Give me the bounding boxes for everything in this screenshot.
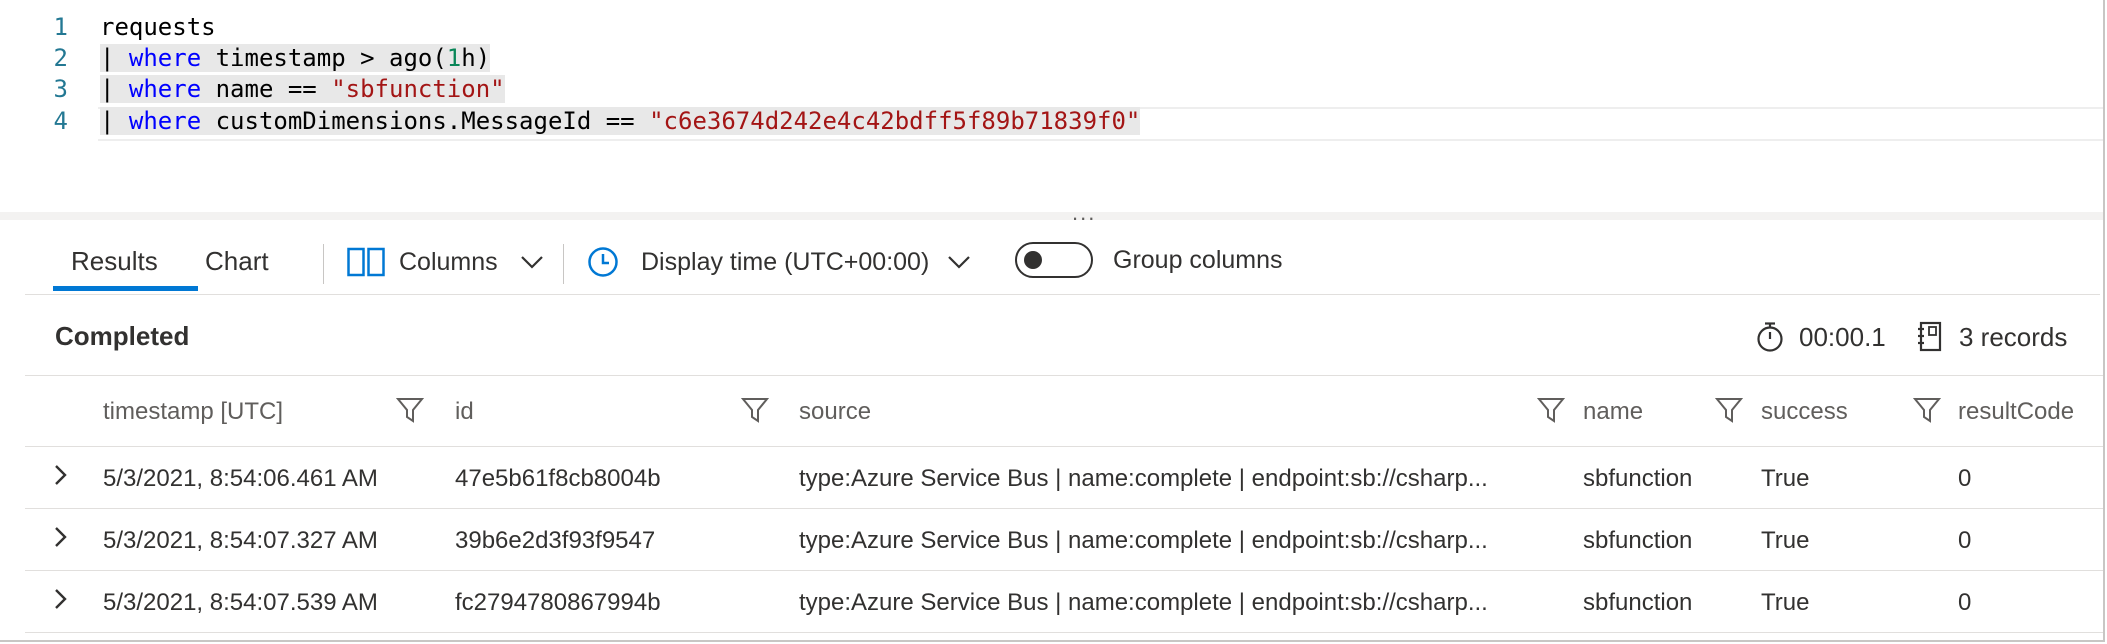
results-toolbar: Results Chart Columns Display time (UTC+…: [25, 222, 2100, 295]
code-token: |: [100, 107, 129, 135]
cell-name: sbfunction: [1583, 465, 1693, 492]
cell-timestamp: 5/3/2021, 8:54:07.539 AM: [103, 589, 378, 616]
tab-results[interactable]: Results: [71, 246, 158, 277]
cell-resultcode: 0: [1958, 527, 1972, 554]
code-string: "sbfunction": [331, 75, 505, 103]
query-results-pane: 1 requests 2 | where timestamp > ago(1h) 3 | …: [0, 0, 2105, 642]
cell-timestamp: 5/3/2021, 8:54:06.461 AM: [103, 465, 378, 492]
chevron-right-icon[interactable]: [51, 587, 71, 611]
cell-id: fc2794780867994b: [455, 589, 661, 616]
code-text: requests: [100, 12, 216, 43]
column-header-id[interactable]: id: [455, 398, 474, 426]
clock-icon: [588, 247, 618, 277]
chevron-down-icon: [948, 256, 971, 269]
table-row[interactable]: 5/3/2021, 8:54:07.539 AM fc2794780867994…: [25, 571, 2103, 633]
cell-id: 39b6e2d3f93f9547: [455, 527, 656, 554]
column-header-name[interactable]: name: [1583, 398, 1643, 426]
code-text: | where name == "sbfunction": [100, 74, 505, 105]
line-number: 1: [53, 13, 68, 41]
toolbar-divider: [563, 244, 564, 284]
code-line[interactable]: 1 requests: [0, 12, 2103, 43]
cell-source: type:Azure Service Bus | name:complete |…: [799, 527, 1488, 554]
code-token: requests: [100, 13, 216, 41]
line-number: 2: [53, 44, 68, 72]
pane-splitter[interactable]: [0, 212, 2103, 220]
filter-icon[interactable]: [1537, 396, 1565, 424]
records-value: 3 records: [1959, 321, 2068, 352]
code-number: 1: [446, 44, 462, 72]
code-string: "c6e3674d242e4c42bdff5f89b71839f0": [649, 107, 1141, 135]
records-icon: [1918, 321, 1942, 352]
code-line[interactable]: 3 | where name == "sbfunction": [0, 74, 2103, 105]
duration-value: 00:00.1: [1799, 321, 1886, 352]
group-columns-label: Group columns: [1113, 246, 1283, 274]
filter-icon[interactable]: [1913, 396, 1941, 424]
tab-chart[interactable]: Chart: [205, 246, 269, 277]
column-header-source[interactable]: source: [799, 398, 871, 426]
status-bar: Completed 00:00.1 3 records: [25, 295, 2103, 376]
record-count: 3 records: [1917, 317, 2067, 357]
columns-icon: [347, 247, 385, 277]
code-text: | where customDimensions.MessageId == "c…: [100, 106, 1141, 137]
code-line[interactable]: 4 | where customDimensions.MessageId == "…: [0, 106, 2103, 137]
group-columns-toggle[interactable]: [1015, 242, 1093, 278]
column-header-timestamp[interactable]: timestamp [UTC]: [103, 398, 283, 426]
cell-source: type:Azure Service Bus | name:complete |…: [799, 465, 1488, 492]
display-time-label: Display time (UTC+00:00): [641, 247, 930, 276]
cell-name: sbfunction: [1583, 527, 1693, 554]
active-tab-indicator: [53, 286, 198, 291]
code-keyword: where: [128, 75, 202, 103]
cell-success: True: [1761, 589, 1810, 616]
code-token: name ==: [201, 75, 332, 103]
columns-button[interactable]: Columns: [347, 242, 544, 282]
code-keyword: where: [128, 44, 202, 72]
cell-resultcode: 0: [1958, 589, 1972, 616]
line-number: 3: [53, 75, 68, 103]
column-header-resultcode[interactable]: resultCode: [1958, 398, 2074, 426]
stopwatch-icon: [1757, 322, 1783, 352]
code-token: |: [100, 44, 129, 72]
display-time-dropdown[interactable]: Display time (UTC+00:00): [587, 242, 971, 282]
query-editor[interactable]: 1 requests 2 | where timestamp > ago(1h) 3 | …: [0, 0, 2103, 212]
chevron-right-icon[interactable]: [51, 463, 71, 487]
toggle-knob: [1024, 251, 1042, 269]
cell-success: True: [1761, 527, 1810, 554]
code-token: h): [461, 44, 491, 72]
code-token: timestamp > ago(: [201, 44, 447, 72]
code-text: | where timestamp > ago(1h): [100, 43, 491, 74]
filter-icon[interactable]: [741, 396, 769, 424]
filter-icon[interactable]: [1715, 396, 1743, 424]
cell-resultcode: 0: [1958, 465, 1972, 492]
query-duration: 00:00.1: [1755, 317, 1886, 357]
line-number: 4: [53, 107, 68, 135]
columns-label: Columns: [399, 247, 498, 276]
query-status: Completed: [55, 321, 190, 351]
code-keyword: where: [128, 107, 202, 135]
chevron-right-icon[interactable]: [51, 525, 71, 549]
code-token: customDimensions.MessageId ==: [201, 107, 650, 135]
toolbar-divider: [323, 244, 324, 284]
code-token: |: [100, 75, 129, 103]
column-header-success[interactable]: success: [1761, 398, 1848, 426]
table-header: timestamp [UTC] id source name success r…: [25, 376, 2103, 447]
cell-timestamp: 5/3/2021, 8:54:07.327 AM: [103, 527, 378, 554]
code-line[interactable]: 2 | where timestamp > ago(1h): [0, 43, 2103, 74]
cell-source: type:Azure Service Bus | name:complete |…: [799, 589, 1488, 616]
table-row[interactable]: 5/3/2021, 8:54:07.327 AM 39b6e2d3f93f954…: [25, 509, 2103, 571]
cell-name: sbfunction: [1583, 589, 1693, 616]
table-row[interactable]: 5/3/2021, 8:54:06.461 AM 47e5b61f8cb8004…: [25, 447, 2103, 509]
cell-success: True: [1761, 465, 1810, 492]
cell-id: 47e5b61f8cb8004b: [455, 465, 661, 492]
chevron-down-icon: [520, 256, 543, 269]
filter-icon[interactable]: [396, 396, 424, 424]
